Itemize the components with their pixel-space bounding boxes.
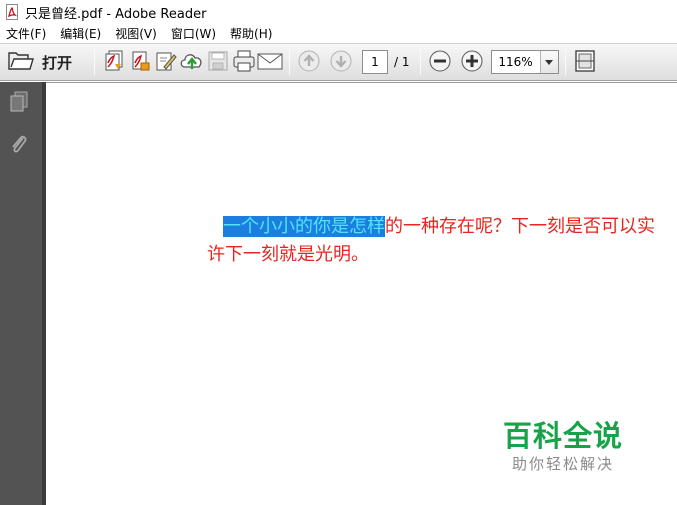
open-label: 打开 — [42, 53, 73, 72]
selected-text[interactable]: 一个小小的你是怎样 — [223, 216, 385, 237]
zoom-in-button[interactable] — [459, 49, 485, 75]
document-line-2: 许下一刻就是光明。 — [207, 244, 369, 265]
folder-open-icon — [8, 50, 34, 75]
window-title: 只是曾经.pdf - Adobe Reader — [25, 6, 207, 22]
menu-help[interactable]: 帮助(H) — [223, 25, 279, 42]
document-view[interactable]: 一个小小的你是怎样的一种存在呢？下一刻是否可以实 许下一刻就是光明。 百科全说 … — [46, 82, 677, 505]
zoom-select[interactable]: 116% — [490, 50, 559, 74]
export-pdf-button[interactable] — [127, 49, 153, 75]
toolbar: 打开 1 / 1 116% — [0, 43, 677, 81]
arrow-down-circle-icon — [330, 50, 352, 75]
create-pdf-button[interactable] — [101, 49, 127, 75]
zoom-value: 116% — [498, 55, 533, 69]
print-button[interactable] — [231, 49, 257, 75]
menu-edit[interactable]: 编辑(E) — [53, 25, 108, 42]
page-thumbnails-icon[interactable] — [7, 90, 31, 114]
toolbar-separator — [94, 49, 95, 75]
watermark-subtitle: 助你轻松解决 — [512, 455, 615, 473]
cloud-upload-icon — [179, 49, 205, 76]
document-line-1-rest: 的一种存在呢？下一刻是否可以实 — [385, 216, 655, 237]
edit-pdf-button[interactable] — [153, 49, 179, 75]
next-page-button[interactable] — [328, 49, 354, 75]
toolbar-separator — [289, 49, 290, 75]
adobe-pdf-icon — [4, 4, 20, 20]
menu-window[interactable]: 窗口(W) — [164, 25, 223, 42]
toolbar-separator — [419, 49, 421, 75]
menu-view[interactable]: 视图(V) — [108, 25, 164, 42]
fit-page-button[interactable] — [572, 49, 598, 75]
envelope-icon — [257, 51, 283, 74]
zoom-out-button[interactable] — [427, 49, 453, 75]
chevron-down-icon[interactable] — [539, 51, 558, 73]
menu-file[interactable]: 文件(F) — [0, 25, 53, 42]
page-number-input[interactable]: 1 — [362, 50, 388, 74]
open-button[interactable]: 打开 — [8, 48, 88, 76]
previous-page-button[interactable] — [296, 49, 322, 75]
navigation-panel — [0, 82, 42, 505]
save-button[interactable] — [205, 49, 231, 75]
document-line-1: 一个小小的你是怎样的一种存在呢？下一刻是否可以实 — [223, 215, 655, 239]
plus-circle-icon — [461, 50, 483, 75]
email-button[interactable] — [257, 49, 283, 75]
create-pdf-icon — [102, 49, 126, 76]
fit-page-icon — [574, 49, 596, 76]
toolbar-separator — [564, 49, 566, 75]
printer-icon — [232, 49, 256, 76]
menu-bar: 文件(F) 编辑(E) 视图(V) 窗口(W) 帮助(H) — [0, 24, 677, 43]
page-total: / 1 — [394, 55, 410, 69]
minus-circle-icon — [429, 50, 451, 75]
export-pdf-icon — [128, 49, 152, 76]
attachments-paperclip-icon[interactable] — [7, 132, 31, 156]
upload-button[interactable] — [179, 49, 205, 75]
save-disk-icon — [207, 50, 229, 75]
watermark-title: 百科全说 — [503, 419, 624, 453]
edit-pencil-icon — [154, 49, 178, 76]
title-bar: 只是曾经.pdf - Adobe Reader — [0, 0, 677, 24]
arrow-up-circle-icon — [298, 50, 320, 75]
